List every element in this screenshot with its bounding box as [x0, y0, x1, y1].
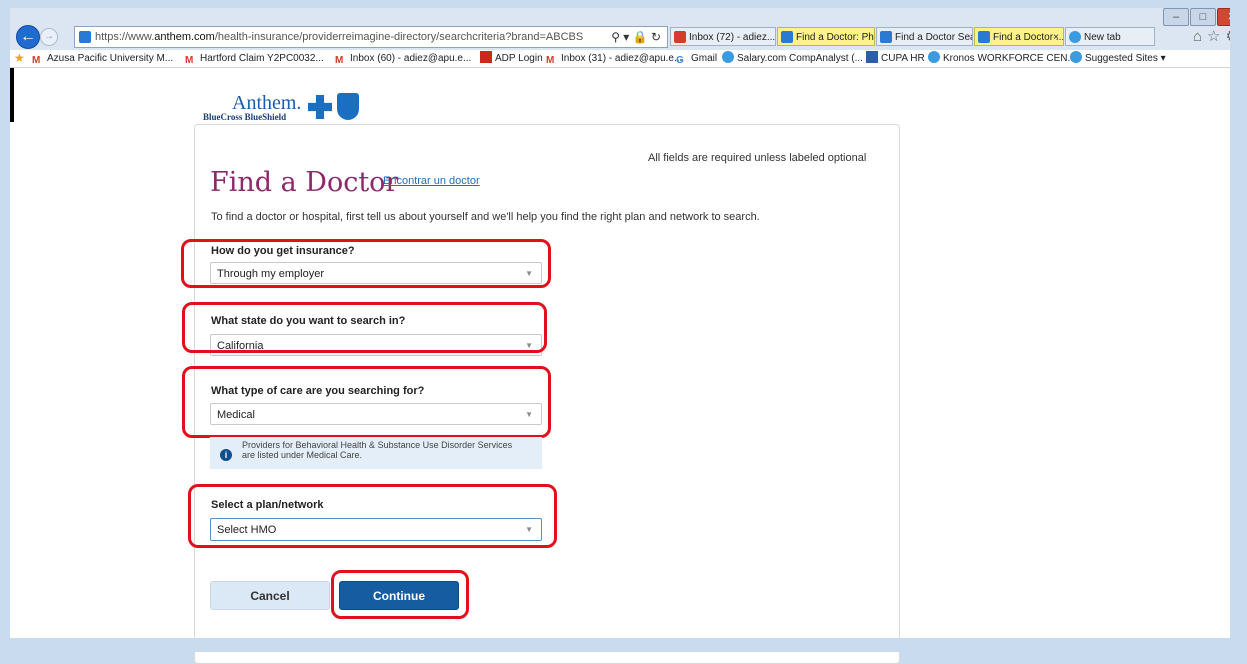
ie-icon	[1070, 51, 1082, 63]
favorite-item[interactable]: M Hartford Claim Y2PC0032...	[185, 50, 324, 67]
favorite-label: Salary.com CompAnalyst (...	[737, 53, 863, 64]
tab-new[interactable]: New tab	[1065, 27, 1155, 46]
forward-arrow-icon: →	[44, 31, 54, 42]
highlight-insurance	[181, 239, 551, 288]
favorite-item[interactable]: ADP Login	[480, 50, 543, 67]
page-left-bar	[10, 68, 14, 122]
highlight-continue	[331, 570, 469, 619]
favorite-item[interactable]: G Gmail	[676, 50, 717, 67]
address-bar[interactable]: https://www.anthem.com/health-insurance/…	[74, 26, 668, 48]
forward-button[interactable]: →	[40, 28, 58, 46]
favorite-label: Gmail	[691, 53, 718, 64]
back-button[interactable]: ←	[16, 25, 40, 49]
tab-find-doctor-ph[interactable]: Find a Doctor: Ph...	[777, 27, 875, 46]
screen-frame-right	[1230, 0, 1247, 652]
highlight-plan-network	[188, 484, 557, 548]
favorite-item[interactable]: M Inbox (31) - adiez@apu.e...	[546, 50, 682, 67]
behavioral-health-info: Providers for Behavioral Health & Substa…	[210, 437, 542, 469]
anthem-favicon-icon	[978, 31, 990, 43]
favorites-star-icon[interactable]: ★	[14, 50, 25, 67]
tab-close-icon[interactable]: ×	[1053, 28, 1059, 45]
tab-label: Find a Doctor: Ph...	[796, 32, 875, 43]
favorite-label: Suggested Sites ▾	[1085, 53, 1166, 64]
anthem-favicon-icon	[880, 31, 892, 43]
info-text-line1: Providers for Behavioral Health & Substa…	[242, 440, 513, 450]
maximize-icon: □	[1199, 11, 1207, 23]
google-icon: G	[676, 55, 684, 66]
adp-icon	[480, 51, 492, 63]
favorite-item[interactable]: M Azusa Pacific University M...	[32, 50, 173, 67]
blueshield-icon	[337, 93, 359, 120]
url-path: /health-insurance/providerreimagine-dire…	[214, 31, 584, 43]
favorite-item[interactable]: CUPA HR	[866, 50, 925, 67]
url-host: anthem.com	[154, 31, 215, 43]
ie-icon	[722, 51, 734, 63]
highlight-care-type	[182, 366, 551, 438]
back-arrow-icon: ←	[20, 28, 36, 45]
favorite-item[interactable]: Salary.com CompAnalyst (...	[722, 50, 863, 67]
favorite-label: Hartford Claim Y2PC0032...	[200, 53, 324, 64]
facebook-icon	[866, 51, 878, 63]
gmail-icon: M	[185, 55, 194, 66]
favorite-label: Azusa Pacific University M...	[47, 53, 174, 64]
favorite-item[interactable]: Kronos WORKFORCE CEN...	[928, 50, 1076, 67]
highlight-state	[182, 302, 547, 353]
anthem-favicon-icon	[781, 31, 793, 43]
favorite-label: Kronos WORKFORCE CEN...	[943, 53, 1076, 64]
required-fields-note: All fields are required unless labeled o…	[648, 152, 867, 164]
address-tools-icons[interactable]: ⚲ ▾ 🔒 ↻	[611, 27, 661, 47]
tab-label: Find a Doctor Sea...	[895, 32, 972, 43]
intro-text: To find a doctor or hospital, first tell…	[211, 211, 760, 223]
gmail-icon: M	[546, 55, 555, 66]
minimize-button[interactable]: –	[1163, 8, 1189, 26]
minimize-icon: –	[1172, 11, 1180, 23]
ie-icon	[1069, 31, 1081, 43]
spanish-language-link[interactable]: Encontrar un doctor	[383, 175, 480, 187]
page-title: Find a Doctor	[210, 167, 399, 198]
favorites-bar: ★ M Azusa Pacific University M... M Hartfo…	[10, 50, 1247, 68]
favorite-item[interactable]: Suggested Sites ▾	[1070, 50, 1166, 67]
ie-icon	[928, 51, 940, 63]
favorite-label: Inbox (31) - adiez@apu.e...	[561, 53, 683, 64]
tab-find-doctor-active[interactable]: Find a Doctor ... ×	[974, 27, 1064, 46]
screen-frame-bottom	[0, 638, 1247, 652]
maximize-button[interactable]: □	[1190, 8, 1216, 26]
info-text-line2: are listed under Medical Care.	[242, 450, 363, 460]
tab-inbox[interactable]: Inbox (72) - adiez...	[670, 27, 776, 46]
favorite-label: ADP Login	[495, 53, 543, 64]
tab-label: New tab	[1084, 32, 1121, 43]
gmail-icon: M	[335, 55, 344, 66]
favorite-label: CUPA HR	[881, 53, 925, 64]
favorite-label: Inbox (60) - adiez@apu.e...	[350, 53, 472, 64]
favorite-item[interactable]: M Inbox (60) - adiez@apu.e...	[335, 50, 471, 67]
tab-find-doctor-search[interactable]: Find a Doctor Sea...	[876, 27, 973, 46]
url-prefix: https://www.	[95, 31, 155, 43]
cancel-button[interactable]: Cancel	[210, 581, 330, 610]
tab-label: Inbox (72) - adiez...	[689, 32, 776, 43]
gmail-icon: M	[32, 55, 41, 66]
info-icon: i	[220, 449, 232, 461]
bluecross-logo-text: BlueCross BlueShield	[203, 112, 287, 122]
site-favicon-icon	[79, 31, 91, 43]
gmail-icon	[674, 31, 686, 43]
